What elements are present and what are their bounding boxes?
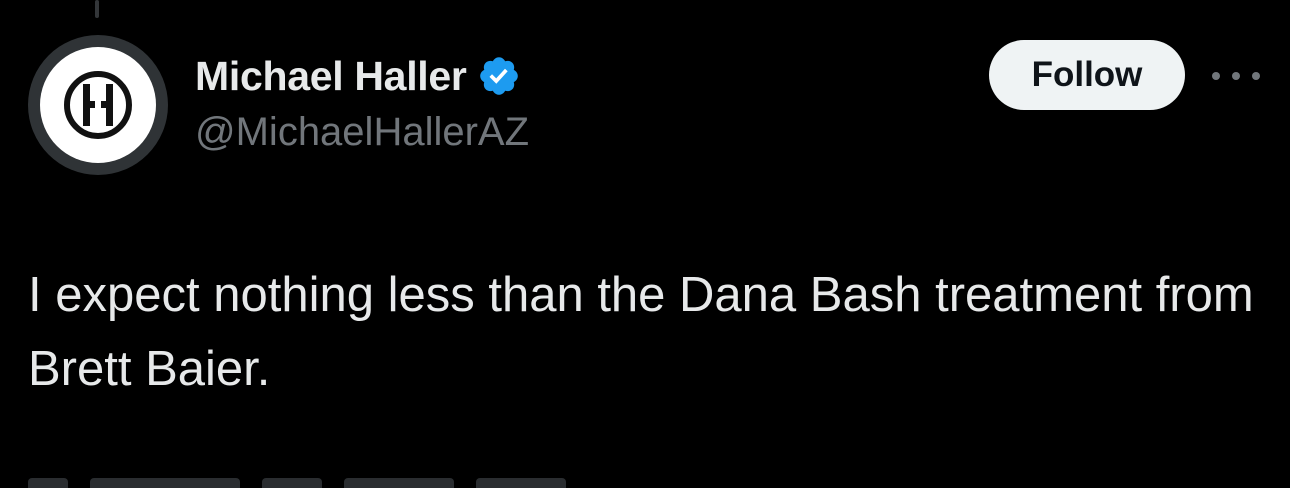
more-dots-icon[interactable] [1210, 58, 1262, 94]
follow-button[interactable]: Follow [989, 40, 1185, 110]
cut-off-meta-row [28, 478, 588, 488]
avatar[interactable] [28, 35, 168, 175]
author-block: Michael Haller @MichaelHallerAZ [195, 50, 529, 155]
h-logo-icon [64, 71, 132, 139]
more-dot [1252, 72, 1260, 80]
user-handle[interactable]: @MichaelHallerAZ [195, 110, 529, 155]
avatar-logo [40, 47, 156, 163]
more-dot [1212, 72, 1220, 80]
thread-connector-line [95, 0, 99, 18]
display-name[interactable]: Michael Haller [195, 53, 467, 100]
verified-badge-icon[interactable] [477, 54, 521, 98]
name-row: Michael Haller [195, 50, 529, 102]
tweet-text: I expect nothing less than the Dana Bash… [28, 268, 1254, 396]
more-dot [1232, 72, 1240, 80]
